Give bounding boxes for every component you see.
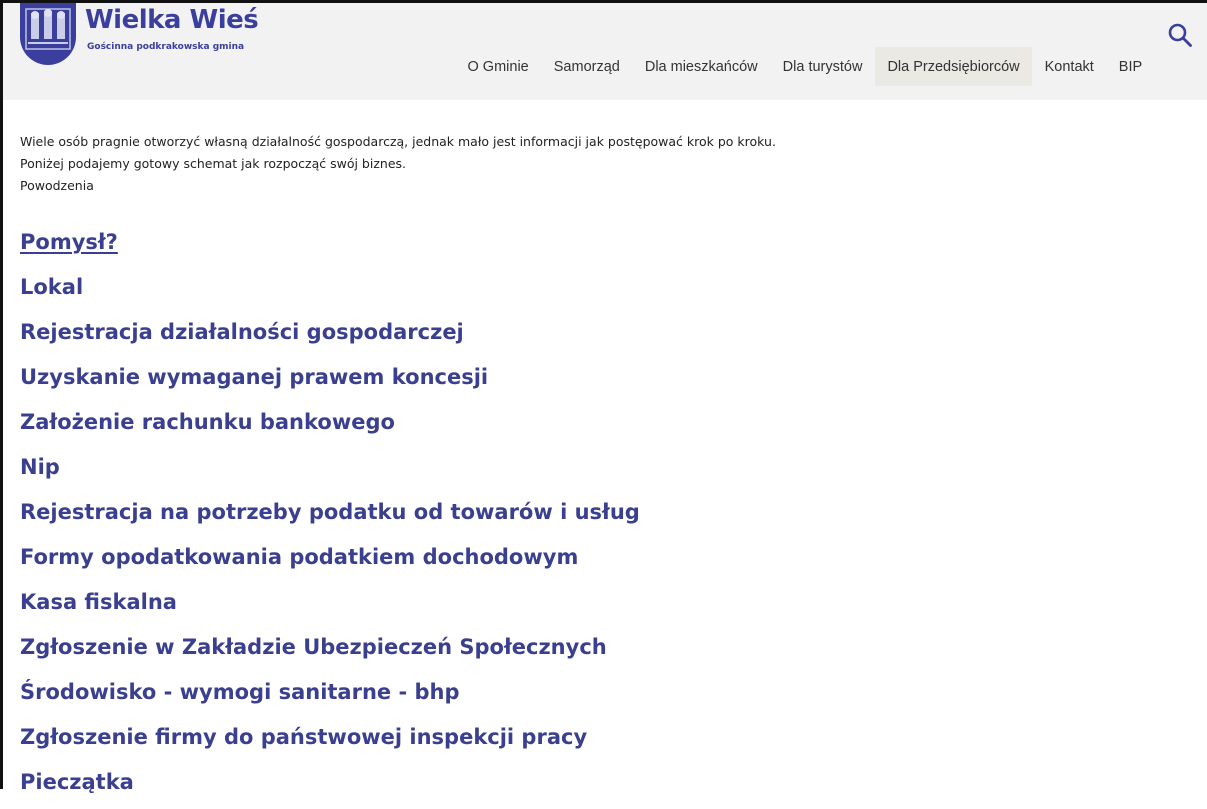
topic-link-lokal[interactable]: Lokal (20, 269, 1180, 314)
topic-link-opodatkowanie[interactable]: Formy opodatkowania podatkiem dochodowym (20, 539, 1180, 584)
intro-line: Poniżej podajemy gotowy schemat jak rozp… (20, 156, 406, 171)
topic-link-nip[interactable]: Nip (20, 449, 1180, 494)
site-tagline: Gościnna podkrakowska gmina (87, 42, 245, 52)
nav-item-dla-turystow[interactable]: Dla turystów (770, 47, 875, 86)
nav-item-dla-przedsiebiorcow[interactable]: Dla Przedsiębiorców (874, 47, 1033, 86)
nav-item-samorzad[interactable]: Samorząd (541, 47, 632, 86)
nav-item-bip[interactable]: BIP (1106, 47, 1154, 86)
topic-link-pip[interactable]: Zgłoszenie firmy do państwowej inspekcji… (20, 719, 1180, 764)
topic-link-koncesja[interactable]: Uzyskanie wymaganej prawem koncesji (20, 359, 1180, 404)
topic-link-vat[interactable]: Rejestracja na potrzeby podatku od towar… (20, 494, 1180, 539)
topic-list: Pomysł? Lokal Rejestracja działalności g… (20, 224, 1180, 809)
coat-of-arms-icon[interactable] (20, 3, 76, 65)
topic-link-zus[interactable]: Zgłoszenie w Zakładzie Ubezpieczeń Społe… (20, 629, 1180, 674)
window-frame-left (0, 0, 3, 789)
nav-item-o-gminie[interactable]: O Gminie (455, 47, 541, 86)
topic-link-rejestracja-dzialalnosci[interactable]: Rejestracja działalności gospodarczej (20, 314, 1180, 359)
main-nav: O Gminie Samorząd Dla mieszkańców Dla tu… (455, 47, 1155, 86)
topic-link-pomysl[interactable]: Pomysł? (20, 224, 1180, 269)
search-icon[interactable] (1167, 22, 1193, 48)
intro-line: Wiele osób pragnie otworzyć własną dział… (20, 134, 776, 149)
topic-link-kasa-fiskalna[interactable]: Kasa fiskalna (20, 584, 1180, 629)
intro-line: Powodzenia (20, 178, 94, 193)
nav-item-dla-mieszkancow[interactable]: Dla mieszkańców (632, 47, 770, 86)
intro-text: Wiele osób pragnie otworzyć własną dział… (20, 131, 776, 197)
topic-link-srodowisko-bhp[interactable]: Środowisko - wymogi sanitarne - bhp (20, 674, 1180, 719)
topic-link-rachunek-bankowy[interactable]: Założenie rachunku bankowego (20, 404, 1180, 449)
site-header: Wielka Wieś Gościnna podkrakowska gmina … (3, 3, 1207, 100)
nav-item-kontakt[interactable]: Kontakt (1032, 47, 1106, 86)
topic-link-pieczatka[interactable]: Pieczątka (20, 764, 1180, 809)
site-name[interactable]: Wielka Wieś (85, 5, 259, 35)
